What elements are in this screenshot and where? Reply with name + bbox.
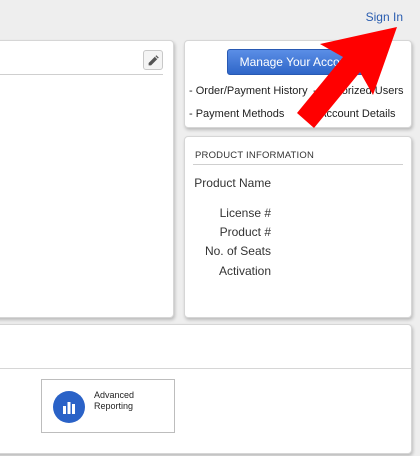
manage-account-button[interactable]: Manage Your Account <box>227 49 369 75</box>
account-panel: Manage Your Account - Order/Payment Hist… <box>184 40 412 128</box>
activation-label: Activation <box>218 264 271 278</box>
product-information-panel: PRODUCT INFORMATION Product Name License… <box>184 136 412 318</box>
number-of-seats-label: No. of Seats <box>204 244 271 258</box>
sign-in-link[interactable]: Sign In <box>366 10 403 24</box>
divider <box>0 368 411 369</box>
tile-label-line1: Advanced <box>94 390 135 400</box>
product-number-label: Product # <box>219 225 271 239</box>
account-details-link[interactable]: - Account Details <box>313 108 396 120</box>
edit-button[interactable] <box>143 50 163 70</box>
tile-label-line2: Reporting <box>94 401 134 411</box>
advanced-reporting-tile[interactable]: Advanced Reporting <box>41 379 175 433</box>
product-name-label: Product Name <box>194 176 271 190</box>
license-number-label: License # <box>219 206 271 220</box>
divider <box>0 74 163 75</box>
bar-chart-icon <box>53 391 85 423</box>
tile-label: Advanced Reporting <box>94 390 134 412</box>
payment-methods-link[interactable]: - Payment Methods <box>189 108 284 120</box>
main-panel <box>0 40 174 318</box>
divider <box>193 164 403 165</box>
order-payment-history-link[interactable]: - Order/Payment History <box>189 85 308 97</box>
product-information-heading: PRODUCT INFORMATION <box>195 150 315 161</box>
pencil-icon <box>148 54 159 65</box>
tools-panel: Advanced Reporting <box>0 324 412 454</box>
authorized-users-link[interactable]: - Authorized Users <box>313 85 403 97</box>
